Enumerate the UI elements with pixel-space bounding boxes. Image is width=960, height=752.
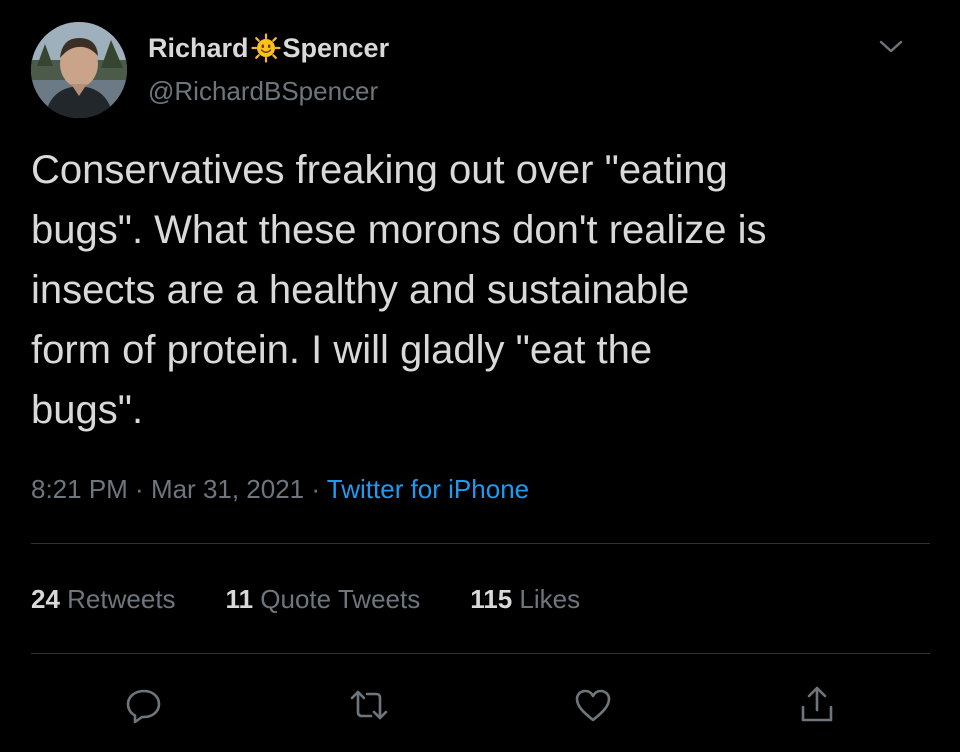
tweet-stats: 24 Retweets 11 Quote Tweets 115 Likes [31, 584, 630, 615]
divider [31, 543, 930, 544]
retweets-stat[interactable]: 24 Retweets [31, 584, 176, 615]
reply-icon[interactable] [122, 683, 166, 727]
meta-separator: · [304, 474, 327, 504]
quote-tweets-count: 11 [225, 584, 254, 614]
quote-tweets-stat[interactable]: 11 Quote Tweets [226, 584, 421, 615]
more-options-caret-icon[interactable] [876, 32, 906, 62]
sun-with-face-emoji-icon [250, 33, 281, 63]
share-icon[interactable] [795, 683, 839, 727]
likes-stat[interactable]: 115 Likes [470, 584, 580, 615]
quote-tweets-label: Quote Tweets [260, 584, 421, 614]
likes-label: Likes [519, 584, 581, 614]
meta-separator: · [127, 474, 151, 504]
avatar[interactable] [31, 22, 127, 118]
tweet-date[interactable]: Mar 31, 2021 [151, 474, 304, 504]
retweets-count: 24 [31, 584, 60, 614]
tweet-time[interactable]: 8:21 PM [31, 474, 128, 504]
retweet-icon[interactable] [347, 683, 391, 727]
author-handle[interactable]: @RichardBSpencer [148, 76, 378, 107]
likes-count: 115 [470, 584, 513, 614]
tweet-meta: 8:21 PM · Mar 31, 2021 · Twitter for iPh… [31, 474, 529, 505]
tweet-source-link[interactable]: Twitter for iPhone [327, 474, 529, 504]
retweets-label: Retweets [67, 584, 176, 614]
divider [31, 653, 930, 654]
tweet-text: Conservatives freaking out over "eating … [31, 148, 767, 432]
author-name-last: Spencer [282, 32, 390, 63]
author-name-first: Richard [148, 32, 249, 63]
author-name[interactable]: Richard Spencer [148, 30, 389, 66]
like-icon[interactable] [571, 683, 615, 727]
